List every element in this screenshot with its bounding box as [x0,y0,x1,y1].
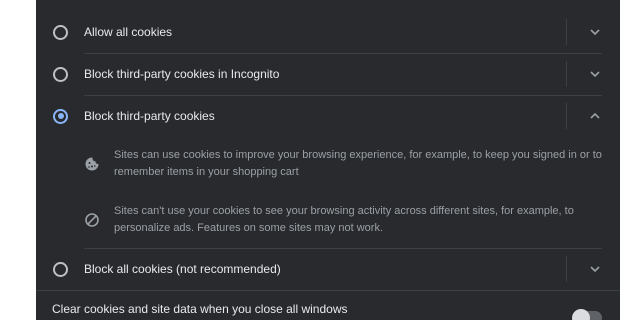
option-block-third-party[interactable]: Block third-party cookies [36,95,620,137]
chevron-down-icon[interactable] [588,262,602,276]
option-block-all-cookies[interactable]: Block all cookies (not recommended) [36,248,620,290]
option-allow-all-cookies[interactable]: Allow all cookies [36,11,620,53]
cookie-settings-panel: Allow all cookies Block third-party cook… [36,0,620,320]
radio-block-incognito[interactable] [53,66,68,82]
option-label: Allow all cookies [84,25,173,39]
clear-on-exit-label: Clear cookies and site data when you clo… [52,302,348,316]
toggle-knob [572,309,590,320]
option-label: Block third-party cookies [84,109,215,123]
section-divider [36,290,620,291]
chevron-up-icon[interactable] [588,109,602,123]
divider [566,19,567,45]
chevron-down-icon[interactable] [588,25,602,39]
option-label: Block third-party cookies in Incognito [84,67,280,81]
cookie-icon [85,157,99,171]
radio-allow-all-cookies[interactable] [53,24,68,40]
chevron-down-icon[interactable] [588,67,602,81]
radio-block-all-cookies[interactable] [53,261,68,277]
detail-text: Sites can't use your cookies to see your… [114,205,574,234]
radio-block-third-party[interactable] [53,108,68,124]
clear-on-exit-toggle[interactable] [572,309,602,320]
divider [566,61,567,87]
option-label: Block all cookies (not recommended) [84,262,281,276]
detail-text: Sites can use cookies to improve your br… [114,149,602,178]
divider [566,103,567,129]
block-icon [85,213,99,227]
divider [566,256,567,282]
option-block-incognito[interactable]: Block third-party cookies in Incognito [36,53,620,95]
